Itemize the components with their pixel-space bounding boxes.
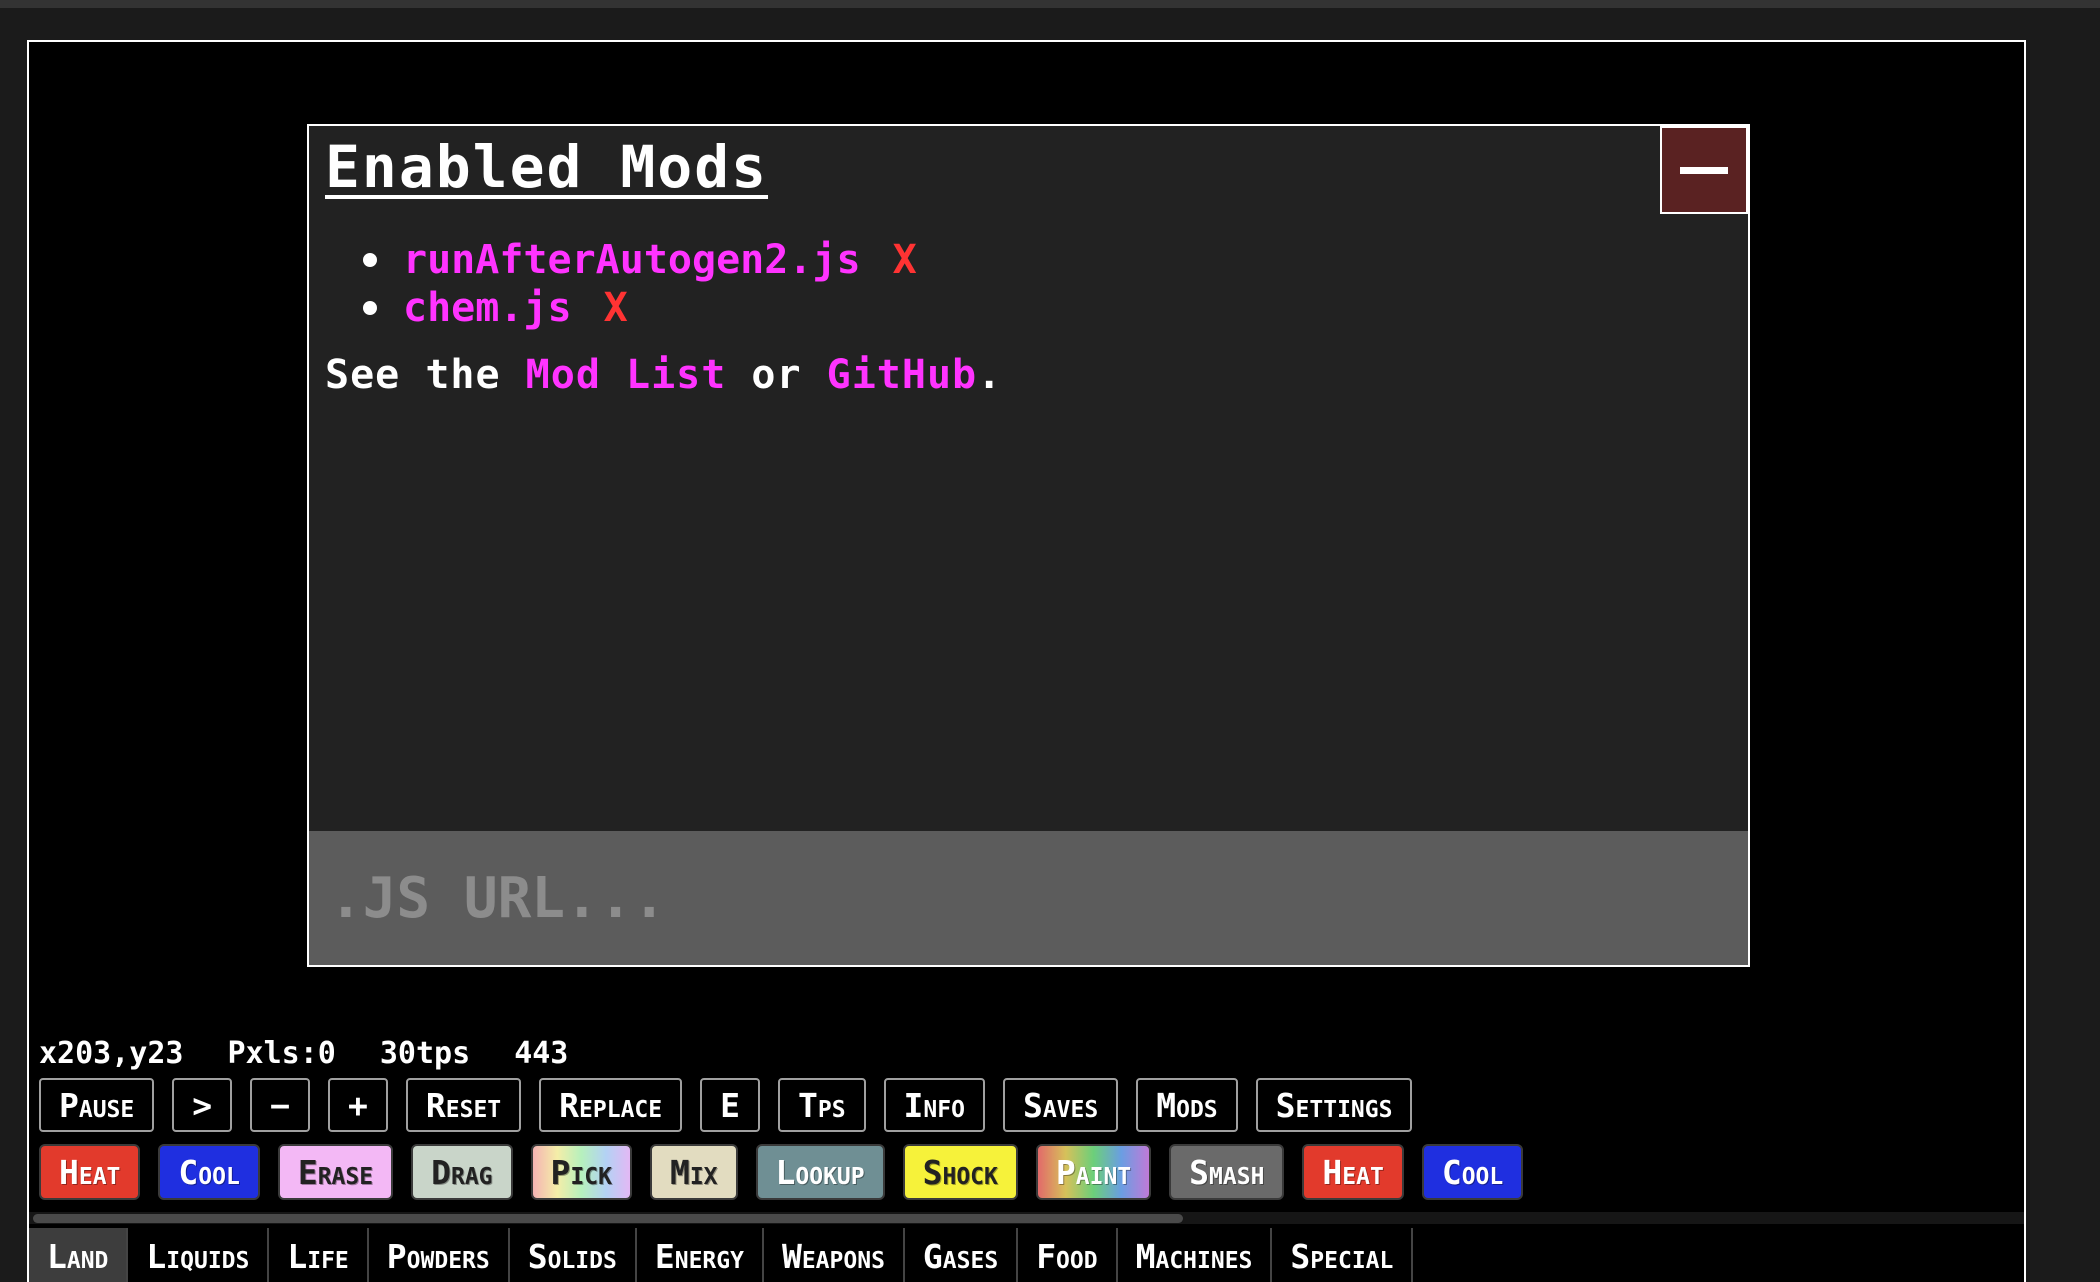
tab-energy[interactable]: Energy (637, 1228, 764, 1282)
tab-life[interactable]: Life (269, 1228, 369, 1282)
remove-mod-button[interactable]: X (604, 284, 628, 332)
mods-dialog: Enabled Mods runAfterAutogen2.js X chem.… (307, 124, 1750, 967)
tab-liquids[interactable]: Liquids (128, 1228, 270, 1282)
tps-readout: 30tps (379, 1036, 471, 1071)
tab-weapons[interactable]: Weapons (764, 1228, 905, 1282)
tool-lookup-button[interactable]: Lookup (755, 1144, 885, 1200)
list-item: runAfterAutogen2.js X (363, 236, 917, 284)
dialog-title: Enabled Mods (325, 133, 769, 201)
tool-paint-button[interactable]: Paint (1035, 1144, 1152, 1200)
info-button[interactable]: Info (883, 1078, 985, 1132)
tool-shock-button[interactable]: Shock (902, 1144, 1018, 1200)
tool-pick-button[interactable]: Pick (530, 1144, 632, 1200)
pixel-count: Pxls:0 (227, 1036, 336, 1071)
status-line: x203,y23 Pxls:0 30tps 443 (39, 1036, 612, 1071)
replace-button[interactable]: Replace (539, 1078, 683, 1132)
tab-special[interactable]: Special (1272, 1228, 1414, 1282)
cursor-coords: x203,y23 (39, 1036, 184, 1071)
github-link[interactable]: GitHub (827, 352, 978, 398)
tps-button[interactable]: Tps (777, 1078, 866, 1132)
tool-toolbar: Heat Cool Erase Drag Pick Mix Lookup Sho… (39, 1144, 1524, 1200)
tab-solids[interactable]: Solids (510, 1228, 637, 1282)
bullet-icon (363, 253, 377, 267)
bullet-icon (363, 301, 377, 315)
tool-heat-button[interactable]: Heat (39, 1144, 141, 1200)
close-dialog-button[interactable] (1660, 126, 1748, 214)
game-viewport[interactable]: Enabled Mods runAfterAutogen2.js X chem.… (27, 40, 2026, 1282)
tool-smash-button[interactable]: Smash (1169, 1144, 1285, 1200)
category-tabs: Land Liquids Life Powders Solids Energy … (29, 1228, 1414, 1282)
reset-button[interactable]: Reset (405, 1078, 522, 1132)
list-item: chem.js X (363, 284, 917, 332)
see-prefix: See the (325, 352, 526, 398)
element-picker-button[interactable]: E (700, 1078, 760, 1132)
tool-mix-button[interactable]: Mix (649, 1144, 738, 1200)
tab-gases[interactable]: Gases (905, 1228, 1019, 1282)
step-button[interactable]: > (172, 1078, 233, 1132)
tab-land[interactable]: Land (29, 1228, 129, 1282)
control-toolbar: Pause > − + Reset Replace E Tps Info Sav… (39, 1078, 1413, 1132)
scrollbar-thumb[interactable] (33, 1214, 1183, 1223)
tool-heat-button[interactable]: Heat (1302, 1144, 1404, 1200)
mods-button[interactable]: Mods (1136, 1078, 1238, 1132)
tab-machines[interactable]: Machines (1118, 1228, 1273, 1282)
tool-erase-button[interactable]: Erase (277, 1144, 394, 1200)
period: . (977, 352, 1003, 398)
tab-food[interactable]: Food (1018, 1228, 1118, 1282)
increase-size-button[interactable]: + (328, 1078, 388, 1132)
browser-top-strip (0, 0, 2100, 8)
mod-list-link[interactable]: Mod List (526, 352, 727, 398)
minus-icon (1680, 166, 1728, 174)
settings-button[interactable]: Settings (1255, 1078, 1413, 1132)
element-count: 443 (514, 1036, 569, 1071)
tab-powders[interactable]: Powders (369, 1228, 510, 1282)
saves-button[interactable]: Saves (1002, 1078, 1119, 1132)
mod-name: runAfterAutogen2.js (403, 237, 861, 283)
enabled-mods-list: runAfterAutogen2.js X chem.js X (363, 236, 917, 332)
decrease-size-button[interactable]: − (250, 1078, 311, 1132)
tool-cool-button[interactable]: Cool (1421, 1144, 1524, 1200)
remove-mod-button[interactable]: X (893, 236, 917, 284)
tool-drag-button[interactable]: Drag (411, 1144, 513, 1200)
mod-name: chem.js (403, 285, 572, 331)
mod-url-input[interactable] (309, 831, 1748, 965)
tool-cool-button[interactable]: Cool (158, 1144, 260, 1200)
or-text: or (726, 352, 827, 398)
pause-button[interactable]: Pause (39, 1078, 155, 1132)
toolbar-scrollbar[interactable] (29, 1212, 2024, 1224)
mod-links-text: See the Mod List or GitHub. (325, 352, 1002, 398)
